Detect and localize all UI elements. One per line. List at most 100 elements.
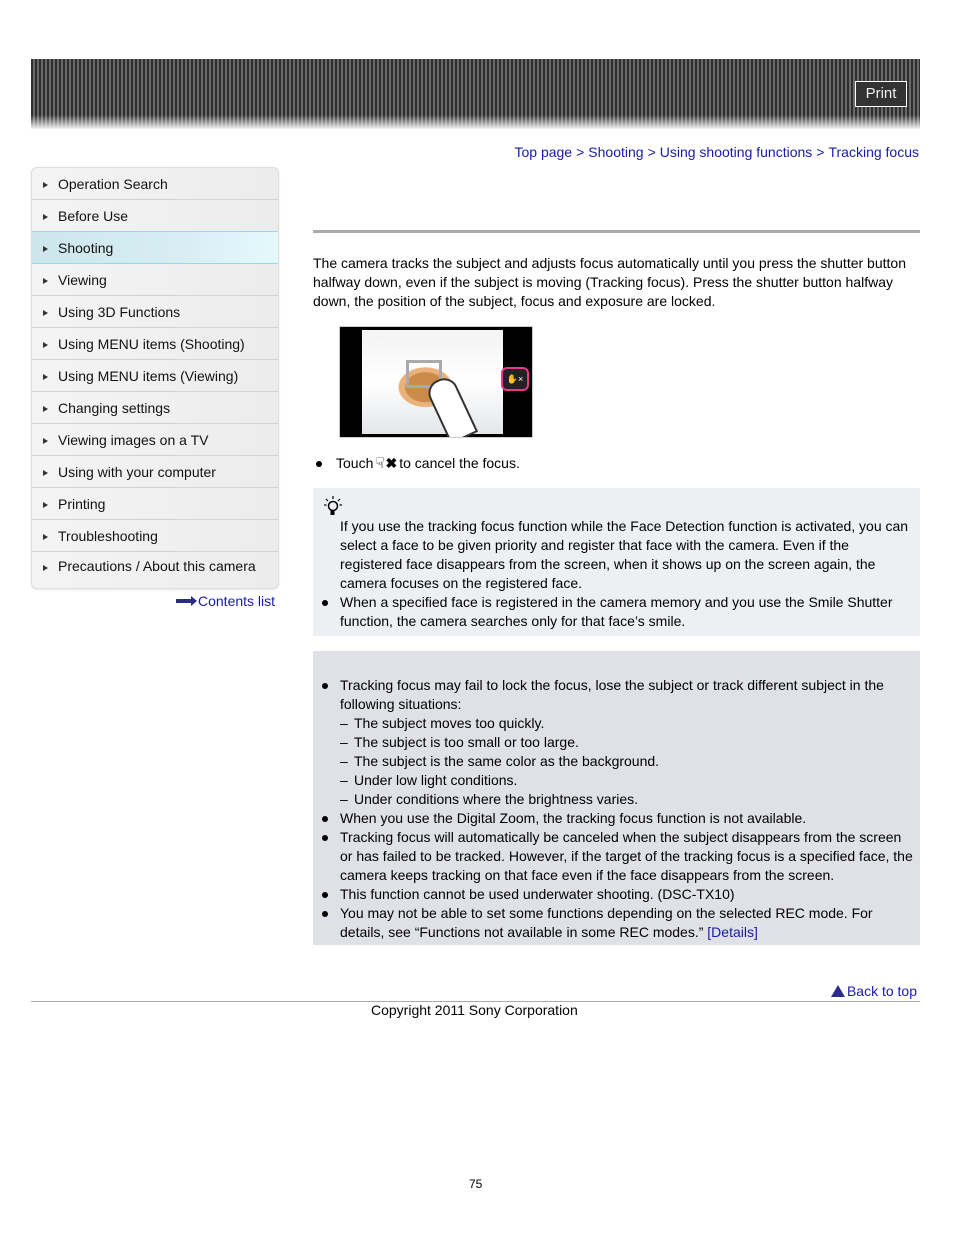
note-text: This function cannot be used underwater … — [340, 886, 735, 902]
breadcrumb-separator: > — [647, 144, 656, 160]
back-to-top-link[interactable]: Back to top — [830, 983, 917, 999]
note-text: You may not be able to set some function… — [340, 905, 873, 940]
sidebar-item-troubleshooting[interactable]: Troubleshooting — [32, 520, 278, 552]
tracking-focus-illustration: ✋× — [339, 326, 533, 438]
note-sub-text: The subject is too small or too large. — [354, 734, 579, 750]
sidebar-item-using-with-computer[interactable]: Using with your computer — [32, 456, 278, 488]
sidebar-item-label: Using MENU items (Shooting) — [58, 335, 245, 352]
touch-text-after: to cancel the focus. — [399, 455, 520, 471]
sidebar-item-label: Troubleshooting — [58, 527, 158, 544]
arrow-right-icon — [43, 533, 48, 540]
sidebar-item-menu-viewing[interactable]: Using MENU items (Viewing) — [32, 360, 278, 392]
note-item: When you use the Digital Zoom, the track… — [322, 809, 917, 828]
details-link[interactable]: [Details] — [707, 924, 758, 940]
notes-list: Tracking focus may fail to lock the focu… — [322, 676, 917, 942]
sidebar-item-shooting[interactable]: Shooting — [32, 231, 278, 264]
breadcrumb-top-page[interactable]: Top page — [514, 144, 572, 160]
note-text: Tracking focus may fail to lock the focu… — [340, 677, 884, 712]
bullet-dot — [322, 683, 328, 689]
hint-bullet-text: When a specified face is registered in t… — [340, 594, 893, 629]
sidebar-item-label: Precautions / About this camera — [58, 558, 256, 574]
sidebar-item-label: Using MENU items (Viewing) — [58, 367, 239, 384]
dash-marker: – — [340, 715, 348, 731]
notes-box: Tracking focus may fail to lock the focu… — [313, 651, 920, 945]
sidebar-item-label: Using with your computer — [58, 463, 216, 480]
sidebar-item-label: Shooting — [58, 239, 114, 256]
copyright-text: Copyright 2011 Sony Corporation — [371, 1002, 578, 1018]
dash-marker: – — [340, 772, 348, 788]
bullet-dot — [322, 600, 328, 606]
hint-paragraph: If you use the tracking focus function w… — [340, 518, 909, 591]
sidebar-item-printing[interactable]: Printing — [32, 488, 278, 520]
breadcrumb-tracking-focus[interactable]: Tracking focus — [828, 144, 919, 160]
note-sub-item: – The subject is too small or too large. — [340, 733, 917, 752]
sidebar-item-precautions[interactable]: Precautions / About this camera — [32, 552, 278, 588]
cancel-tracking-icon: ✋× — [501, 367, 529, 391]
arrow-right-icon — [43, 405, 48, 412]
bullet-dot — [322, 911, 328, 917]
bullet-dot — [316, 460, 322, 467]
note-sub-text: Under low light conditions. — [354, 772, 518, 788]
sidebar-item-label: Viewing — [58, 271, 107, 288]
breadcrumb-separator: > — [576, 144, 585, 160]
breadcrumb-separator: > — [816, 144, 825, 160]
sidebar-item-operation-search[interactable]: Operation Search — [32, 168, 278, 200]
note-sub-item: – The subject is the same color as the ba… — [340, 752, 917, 771]
triangle-up-icon — [830, 985, 845, 997]
lightbulb-hint-icon — [324, 496, 342, 515]
sidebar-item-before-use[interactable]: Before Use — [32, 200, 278, 232]
bullet-dot — [322, 816, 328, 822]
touch-instruction: Touch ☟ ✖ to cancel the focus. — [313, 454, 520, 473]
page-number: 75 — [469, 1177, 483, 1191]
sidebar-item-label: Viewing images on a TV — [58, 431, 209, 448]
breadcrumb-using-shooting-functions[interactable]: Using shooting functions — [660, 144, 813, 160]
arrow-right-icon — [43, 437, 48, 444]
note-text-with-link: You may not be able to set some function… — [340, 904, 917, 942]
note-item: This function cannot be used underwater … — [322, 885, 917, 904]
sidebar-item-using-3d-functions[interactable]: Using 3D Functions — [32, 296, 278, 328]
sidebar-item-label: Before Use — [58, 207, 129, 224]
breadcrumb-shooting[interactable]: Shooting — [588, 144, 643, 160]
arrow-right-icon — [176, 596, 197, 606]
sidebar-item-menu-shooting[interactable]: Using MENU items (Shooting) — [32, 328, 278, 360]
note-item: Tracking focus may fail to lock the focu… — [322, 676, 917, 714]
sidebar-item-label: Changing settings — [58, 399, 171, 416]
note-sub-item: – Under low light conditions. — [340, 771, 917, 790]
arrow-right-icon — [43, 309, 48, 316]
arrow-right-icon — [43, 501, 48, 508]
dash-marker: – — [340, 791, 348, 807]
contents-list-link[interactable]: Contents list — [176, 593, 275, 609]
print-button[interactable]: Print — [855, 81, 907, 107]
contents-list-label: Contents list — [198, 593, 276, 609]
dash-marker: – — [340, 753, 348, 769]
arrow-right-icon — [43, 213, 48, 220]
bullet-dot — [322, 892, 328, 898]
note-sub-text: Under conditions where the brightness va… — [354, 791, 639, 807]
sidebar-item-label: Printing — [58, 495, 106, 512]
sidebar-item-viewing-on-tv[interactable]: Viewing images on a TV — [32, 424, 278, 456]
hint-box: If you use the tracking focus function w… — [313, 488, 920, 636]
sidebar-item-changing-settings[interactable]: Changing settings — [32, 392, 278, 424]
note-sub-item: – The subject moves too quickly. — [340, 714, 917, 733]
sidebar-nav: Operation Search Before Use Shooting Vie… — [31, 167, 279, 589]
note-text: Tracking focus will automatically be can… — [340, 829, 913, 883]
cancel-focus-icon: ☟ ✖ — [375, 455, 398, 472]
note-text: When you use the Digital Zoom, the track… — [340, 810, 807, 826]
sidebar-item-label: Operation Search — [58, 175, 168, 192]
note-item: You may not be able to set some function… — [322, 904, 917, 942]
breadcrumb: Top page > Shooting > Using shooting functio… — [514, 144, 919, 160]
arrow-right-icon — [43, 565, 48, 571]
arrow-right-icon — [43, 373, 48, 380]
arrow-right-icon — [43, 245, 48, 252]
touch-text-before: Touch — [336, 455, 374, 471]
note-item: Tracking focus will automatically be can… — [322, 828, 917, 885]
arrow-right-icon — [43, 469, 48, 476]
dash-marker: – — [340, 734, 348, 750]
note-sub-text: The subject moves too quickly. — [354, 715, 545, 731]
arrow-right-icon — [43, 341, 48, 348]
hint-bullet: When a specified face is registered in t… — [322, 593, 917, 631]
arrow-right-icon — [43, 181, 48, 188]
sidebar-item-viewing[interactable]: Viewing — [32, 264, 278, 296]
back-to-top-label: Back to top — [846, 983, 917, 999]
intro-paragraph: The camera tracks the subject and adjust… — [313, 255, 906, 309]
